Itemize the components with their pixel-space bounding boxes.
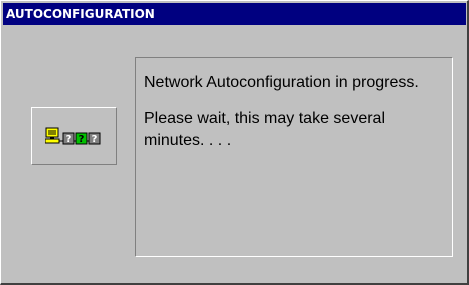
window-title: AUTOCONFIGURATION <box>6 7 155 21</box>
wait-message: Please wait, this may take several minut… <box>144 110 385 149</box>
message-panel: Network Autoconfiguration in progress. P… <box>135 57 453 257</box>
autoconfiguration-dialog: AUTOCONFIGURATION ? ? ? Network Autoconf… <box>0 0 469 285</box>
network-autoconfig-icon: ? ? ? <box>45 127 101 145</box>
computer-icon <box>45 127 60 144</box>
unknown-node-icon: ? <box>62 132 75 145</box>
active-node-icon: ? <box>75 132 88 145</box>
status-icon-frame: ? ? ? <box>31 107 117 165</box>
unknown-node-icon: ? <box>88 132 101 145</box>
svg-text:?: ? <box>92 134 98 145</box>
svg-text:?: ? <box>79 134 85 145</box>
title-bar: AUTOCONFIGURATION <box>3 3 466 25</box>
progress-message: Network Autoconfiguration in progress. <box>144 74 419 91</box>
svg-text:?: ? <box>66 134 72 145</box>
